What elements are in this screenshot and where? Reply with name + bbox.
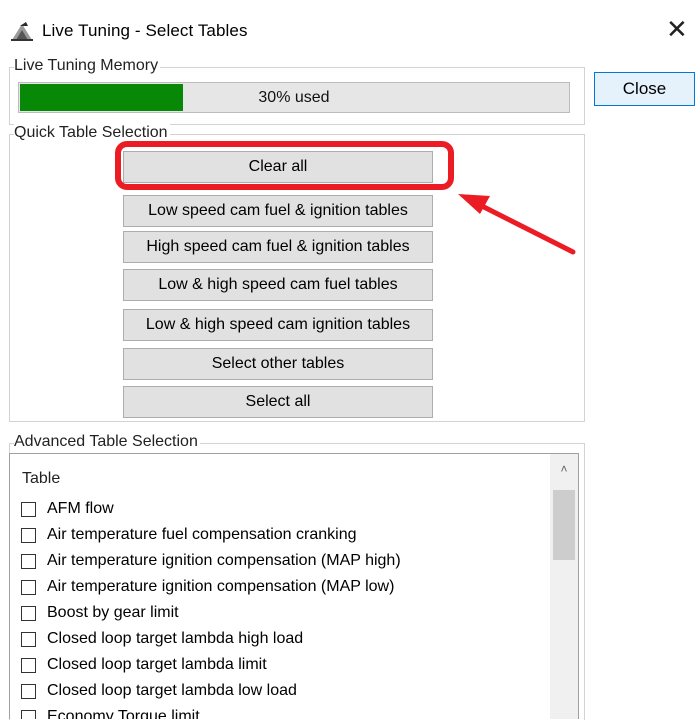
select-other-tables-button[interactable]: Select other tables xyxy=(123,348,433,380)
memory-group-label: Live Tuning Memory xyxy=(14,57,161,75)
scroll-up-icon[interactable]: ˄ xyxy=(550,462,578,480)
quick-selection-group-label: Quick Table Selection xyxy=(14,124,170,142)
close-button[interactable]: Close xyxy=(594,72,695,106)
high-speed-cam-fuel-ignition-button[interactable]: High speed cam fuel & ignition tables xyxy=(123,231,433,263)
memory-usage-text: 30% used xyxy=(258,89,330,106)
checkbox[interactable] xyxy=(21,606,36,621)
checkbox[interactable] xyxy=(21,528,36,543)
red-highlight-annotation xyxy=(115,141,454,190)
low-high-speed-cam-fuel-button[interactable]: Low & high speed cam fuel tables xyxy=(123,269,433,301)
select-all-button[interactable]: Select all xyxy=(123,386,433,418)
checkbox[interactable] xyxy=(21,658,36,673)
vertical-scrollbar[interactable]: ˄ xyxy=(550,454,578,719)
red-arrow-annotation xyxy=(458,194,576,255)
scrollbar-thumb[interactable] xyxy=(553,490,575,560)
low-speed-cam-fuel-ignition-button[interactable]: Low speed cam fuel & ignition tables xyxy=(123,195,433,227)
checkbox[interactable] xyxy=(21,554,36,569)
window-title: Live Tuning - Select Tables xyxy=(42,21,248,40)
checkbox[interactable] xyxy=(21,632,36,647)
advanced-selection-group-label: Advanced Table Selection xyxy=(14,433,200,451)
checkbox[interactable] xyxy=(21,502,36,517)
title-bar: Live Tuning - Select Tables ✕ xyxy=(0,0,695,52)
checkbox[interactable] xyxy=(21,684,36,699)
table-list[interactable]: Table AFM flow Air temperature fuel comp… xyxy=(9,453,579,719)
checkbox[interactable] xyxy=(21,710,36,719)
window-close-icon[interactable]: ✕ xyxy=(666,16,688,42)
low-high-speed-cam-ignition-button[interactable]: Low & high speed cam ignition tables xyxy=(123,309,433,341)
checkbox[interactable] xyxy=(21,580,36,595)
memory-usage-bar: 30% used xyxy=(18,82,570,113)
table-column-header: Table xyxy=(22,470,61,487)
tuning-app-icon xyxy=(11,22,33,41)
